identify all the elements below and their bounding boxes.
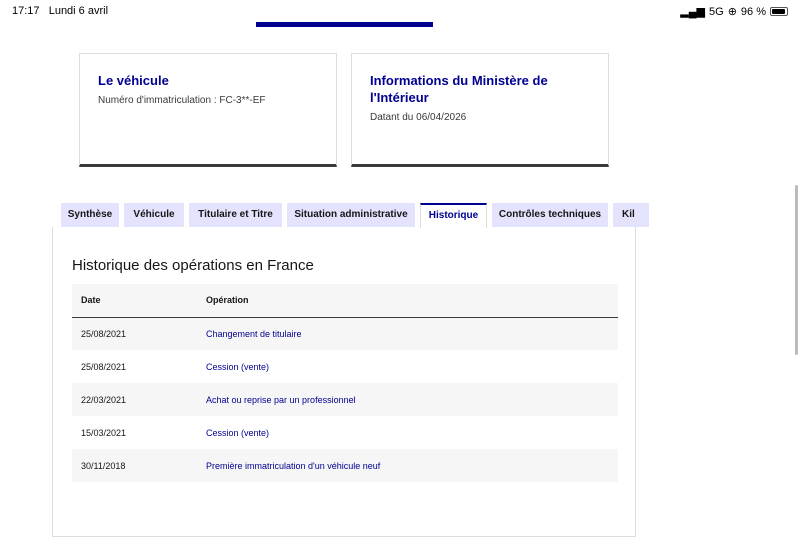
- card-title: Informations du Ministère de l'Intérieur: [370, 73, 548, 105]
- history-panel: Historique des opérations en France Date…: [52, 227, 636, 537]
- operation-link[interactable]: Première immatriculation d'un véhicule n…: [206, 461, 380, 471]
- status-bar-left: 17:17 Lundi 6 avril: [12, 5, 108, 17]
- operation-link[interactable]: Changement de titulaire: [206, 329, 302, 339]
- card-text: Datant du 06/04/2026: [370, 112, 467, 123]
- tab-titulaire[interactable]: Titulaire et Titre: [189, 203, 282, 227]
- date-cell: 30/11/2018: [72, 449, 206, 482]
- operation-link[interactable]: Cession (vente): [206, 362, 269, 372]
- ministry-card[interactable]: Informations du Ministère de l'Intérieur…: [351, 53, 609, 167]
- date-cell: 25/08/2021: [81, 361, 127, 372]
- table-row: 22/03/2021 Achat ou reprise par un profes…: [72, 383, 618, 416]
- date: Lundi 6 avril: [48, 5, 109, 17]
- time: 17:17: [12, 5, 40, 17]
- tab-situation[interactable]: Situation administrative: [287, 203, 415, 227]
- tab-kilometrage[interactable]: Kil: [613, 203, 649, 227]
- date-cell: 22/03/2021: [72, 383, 206, 416]
- tab-historique[interactable]: Historique: [420, 203, 487, 228]
- history-table: Date Opération 25/08/2021 Changement de ti…: [72, 284, 618, 482]
- scrollbar[interactable]: [795, 185, 798, 355]
- operation-link[interactable]: Cession (vente): [206, 428, 269, 438]
- table-row: 15/03/2021 Cession (vente): [72, 416, 618, 449]
- battery-icon: [770, 7, 788, 16]
- date-cell: 25/08/2021: [72, 317, 206, 350]
- table-row: 25/08/2021 Changement de titulaire: [72, 317, 618, 350]
- column-header-date: Date: [72, 284, 206, 318]
- section-title: Historique des opérations en France: [72, 257, 314, 274]
- date-cell: 15/03/2021: [81, 427, 127, 438]
- operation-link[interactable]: Achat ou reprise par un professionnel: [206, 395, 356, 405]
- column-header-operation: Opération: [206, 284, 618, 318]
- table-row: 25/08/2021 Cession (vente): [72, 350, 618, 383]
- status-bar-right: ▂▄▆ 5G ⊕ 96 %: [680, 5, 788, 18]
- battery-level: 96 %: [740, 5, 766, 18]
- card-title: Le véhicule: [98, 73, 169, 88]
- tab-controles[interactable]: Contrôles techniques: [492, 203, 608, 227]
- vehicle-card[interactable]: Le véhicule Numéro d'immatriculation : FC…: [79, 53, 337, 167]
- card-text: Numéro d'immatriculation : FC-3**-EF: [98, 95, 266, 106]
- table-row: 30/11/2018 Première immatriculation d'un …: [72, 449, 618, 482]
- tab-synthese[interactable]: Synthèse: [61, 203, 119, 227]
- rotation-lock-icon: ⊕: [727, 6, 737, 18]
- tab-bar: Synthèse Véhicule Titulaire et Titre Sit…: [61, 203, 661, 229]
- tab-vehicule[interactable]: Véhicule: [124, 203, 184, 227]
- top-accent-bar: [256, 22, 433, 27]
- network: 5G: [709, 5, 724, 18]
- signal-icon: ▂▄▆: [680, 6, 706, 18]
